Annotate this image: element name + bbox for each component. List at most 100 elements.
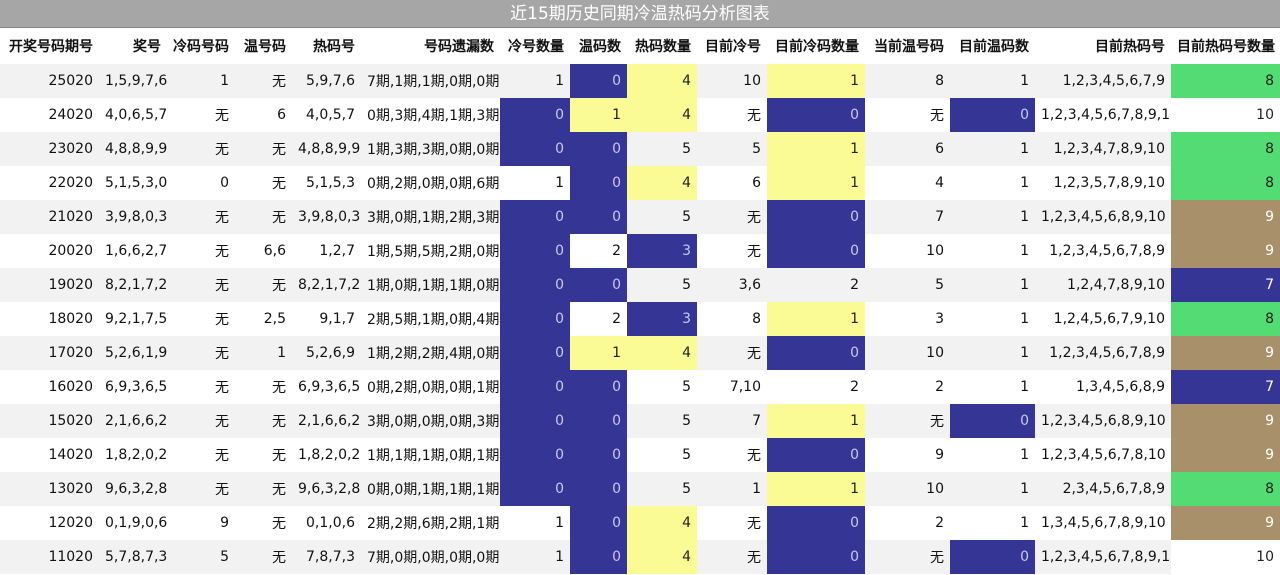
table-cell: 0 [767,234,865,268]
table-cell: 8 [1171,472,1280,506]
table-cell: 无 [167,404,235,438]
table-cell: 4 [627,540,697,574]
table-cell: 5 [627,404,697,438]
table-cell: 1 [950,268,1035,302]
table-cell: 3,9,8,0,3 [99,200,167,234]
column-header: 温号码 [235,28,292,64]
table-cell: 无 [697,506,767,540]
table-cell: 1 [697,472,767,506]
table-row: 15020 2,1,6,6,2 无无 2,1,6,6,2 3期,0期,0期,0期,3期 0… [0,404,1280,438]
table-cell: 1 [950,166,1035,200]
table-cell: 6 [235,98,292,132]
table-cell: 1 [235,336,292,370]
table-cell: 25020 [0,64,99,98]
table-cell: 7 [1171,268,1280,302]
table-cell: 0 [950,98,1035,132]
table-cell: 0 [570,472,627,506]
column-header: 冷码号码 [167,28,235,64]
table-cell: 无 [235,166,292,200]
table-row: 11020 5,7,8,7,3 5 无 7,8,7,3 7期,0期,0期,0期,0期 1 0 4… [0,540,1280,574]
table-cell: 7 [697,404,767,438]
table-cell: 4 [627,98,697,132]
column-header: 奖号 [99,28,167,64]
table-cell: 1期,2期,2期,4期,0期 [361,336,500,370]
table-cell: 无 [167,438,235,472]
table-cell: 1 [500,540,570,574]
table-cell: 0 [767,336,865,370]
table-cell: 2,1,6,6,2 [99,404,167,438]
table-cell: 无 [865,540,950,574]
column-header: 目前冷码数量 [767,28,865,64]
table-cell: 7,8,7,3 [292,540,361,574]
table-cell: 0 [500,98,570,132]
table-cell: 1 [950,472,1035,506]
table-cell: 1 [950,438,1035,472]
hot-cold-table: 开奖号码期号 奖号 冷码号码 温号码 热码号 号码遗漏数 冷号数量 温码数 热码数量 目前冷号 目前… [0,28,1280,574]
table-cell: 0 [767,540,865,574]
table-cell: 无 [167,370,235,404]
table-cell: 0 [767,438,865,472]
table-cell: 0 [767,200,865,234]
table-cell: 5 [697,132,767,166]
table-cell: 24020 [0,98,99,132]
table-cell: 4,8,8,9,9 [292,132,361,166]
table-cell: 1,3,4,5,6,7,8,9,10 [1035,506,1171,540]
table-cell: 12020 [0,506,99,540]
table-cell: 9,2,1,7,5 [99,302,167,336]
table-cell: 1,5,9,7,6 [99,64,167,98]
table-row: 18020 9,2,1,7,5 无 2,5 9,1,7 2期,5期,1期,0期,4期 0 2 3… [0,302,1280,336]
table-cell: 无 [697,438,767,472]
table-cell: 1,8,2,0,2 [99,438,167,472]
table-cell: 2 [865,370,950,404]
table-cell: 11020 [0,540,99,574]
table-cell: 14020 [0,438,99,472]
table-cell: 无 [235,540,292,574]
table-cell: 21020 [0,200,99,234]
table-cell: 4,0,5,7 [292,98,361,132]
table-cell: 9 [1171,438,1280,472]
table-cell: 5 [627,370,697,404]
table-cell: 无 [167,132,235,166]
table-cell: 0,1,0,6 [292,506,361,540]
table-cell: 1,2,4,7,8,9,10 [1035,268,1171,302]
table-cell: 8 [1171,302,1280,336]
column-header: 目前温码数 [950,28,1035,64]
table-cell: 10 [697,64,767,98]
table-cell: 1 [767,64,865,98]
table-cell: 无 [235,506,292,540]
table-cell: 8 [697,302,767,336]
table-cell: 0 [500,370,570,404]
table-cell: 9 [1171,506,1280,540]
table-cell: 0 [570,404,627,438]
table-cell: 0 [570,132,627,166]
table-cell: 2 [865,506,950,540]
table-cell: 无 [167,336,235,370]
table-cell: 无 [235,132,292,166]
table-cell: 0 [500,132,570,166]
table-cell: 无 [167,234,235,268]
table-cell: 1,2,4,5,6,7,9,10 [1035,302,1171,336]
table-cell: 4 [627,166,697,200]
table-cell: 0 [570,540,627,574]
table-cell: 2,5 [235,302,292,336]
analysis-page: 近15期历史同期冷温热码分析图表 开奖号码期号 奖号 冷码号码 温号码 热码号 号码遗漏数… [0,0,1280,575]
table-cell: 5 [865,268,950,302]
table-cell: 0 [767,506,865,540]
table-cell: 1,2,3,5,7,8,9,10 [1035,166,1171,200]
table-cell: 9,6,3,2,8 [99,472,167,506]
table-cell: 无 [697,540,767,574]
table-cell: 0 [950,404,1035,438]
table-cell: 1,8,2,0,2 [292,438,361,472]
table-cell: 1 [500,166,570,200]
table-cell: 0 [570,370,627,404]
table-cell: 5,1,5,3,0 [99,166,167,200]
table-cell: 0,1,9,0,6 [99,506,167,540]
table-cell: 1,2,3,4,5,6,7,8,9,10 [1035,540,1171,574]
table-cell: 4 [865,166,950,200]
table-cell: 1 [767,472,865,506]
column-header: 热码号 [292,28,361,64]
table-cell: 7期,0期,0期,0期,0期 [361,540,500,574]
table-cell: 1 [950,234,1035,268]
table-cell: 0 [500,302,570,336]
table-cell: 1期,5期,5期,2期,0期 [361,234,500,268]
